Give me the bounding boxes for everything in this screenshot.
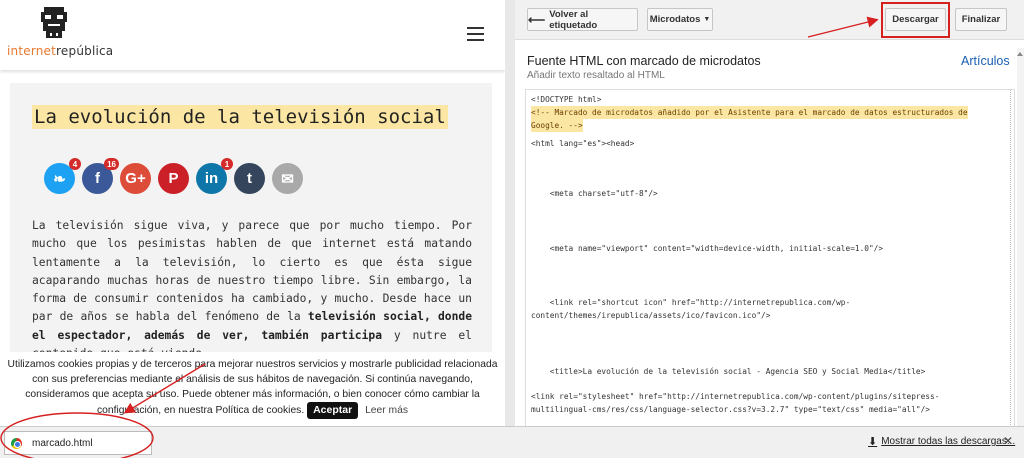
- share-count-badge: 1: [221, 158, 233, 170]
- article-paragraph: La televisión sigue viva, y parece que p…: [32, 217, 472, 363]
- tumblr-glyph: t: [247, 170, 252, 187]
- twitter-glyph: ❧: [53, 170, 66, 188]
- code-line: Google. -->: [531, 119, 583, 133]
- back-to-tagging-button[interactable]: ⟵ Volver al etiquetado: [527, 8, 638, 31]
- download-item[interactable]: marcado.html: [4, 431, 152, 455]
- email-glyph: ✉: [281, 170, 294, 188]
- close-download-bar-icon[interactable]: ✕: [1003, 434, 1013, 448]
- facebook-glyph: f: [95, 170, 100, 187]
- pinterest-icon[interactable]: P: [158, 163, 189, 194]
- logo-text-part-b: república: [56, 44, 114, 58]
- code-line: <title>La evolución de la televisión soc…: [531, 367, 926, 376]
- share-count-badge: 4: [69, 158, 81, 170]
- caret-down-icon: ▼: [703, 16, 711, 23]
- hamburger-menu-icon[interactable]: [467, 27, 484, 41]
- panel-title: Fuente HTML con marcado de microdatos: [527, 54, 761, 68]
- code-line: <meta name="viewport" content="width=dev…: [531, 244, 884, 253]
- show-all-downloads-label: Mostrar todas las descargas...: [881, 436, 1016, 447]
- website-pane: internetrepública La evolución de la tel…: [0, 0, 505, 426]
- article-card: La evolución de la televisión social ❧ 4 f…: [10, 83, 492, 383]
- arrow-left-icon: ⟵: [528, 12, 546, 27]
- read-more-link[interactable]: Leer más: [365, 405, 408, 416]
- facebook-icon[interactable]: f 16: [82, 158, 119, 194]
- code-line: content/themes/irepublica/assets/ico/fav…: [531, 311, 771, 320]
- site-logo-text[interactable]: internetrepública: [7, 44, 113, 58]
- site-header: internetrepública: [0, 0, 505, 70]
- code-line: <link rel="shortcut icon" href="http://i…: [531, 298, 851, 307]
- code-line: <link rel="stylesheet" href="http://inte…: [531, 392, 940, 401]
- chrome-file-icon: [11, 437, 22, 449]
- code-line: multilingual-cms/res/css/language-select…: [531, 405, 931, 414]
- twitter-icon[interactable]: ❧ 4: [44, 158, 81, 194]
- html-source-view: <!DOCTYPE html> <!-- Marcado de microdato…: [525, 89, 1015, 426]
- linkedin-glyph: in: [204, 170, 219, 187]
- panel-subtitle: Añadir texto resaltado al HTML: [527, 70, 665, 81]
- pinterest-glyph: P: [168, 170, 179, 187]
- print-margin-line: [1010, 90, 1011, 426]
- download-bar: marcado.html ⬇ Mostrar todas las descarg…: [0, 426, 1024, 458]
- pane-divider[interactable]: [505, 0, 515, 426]
- google-plus-icon[interactable]: G+: [120, 163, 151, 194]
- code-line: <!-- Marcado de microdatos añadido por e…: [531, 106, 968, 120]
- code-line: <meta charset="utf-8"/>: [531, 189, 658, 198]
- download-file-name: marcado.html: [32, 437, 93, 449]
- markup-helper-pane: ⟵ Volver al etiquetado Microdatos ▼ Desc…: [515, 0, 1024, 426]
- download-arrow-icon: ⬇: [868, 436, 878, 448]
- code-line: <!DOCTYPE html>: [531, 95, 602, 104]
- accept-cookies-button[interactable]: Aceptar: [307, 402, 359, 419]
- vertical-scrollbar[interactable]: [1017, 48, 1024, 426]
- back-to-tagging-label: Volver al etiquetado: [549, 8, 598, 31]
- article-title: La evolución de la televisión social: [32, 105, 448, 129]
- linkedin-icon[interactable]: in 1: [196, 158, 233, 194]
- email-icon[interactable]: ✉: [272, 163, 303, 194]
- scroll-up-icon[interactable]: [1017, 52, 1023, 56]
- show-all-downloads-link[interactable]: ⬇ Mostrar todas las descargas...: [868, 435, 1015, 448]
- code-line: <html lang="es"><head>: [531, 139, 635, 148]
- articles-link[interactable]: Artículos: [961, 54, 1010, 68]
- finish-button[interactable]: Finalizar: [955, 8, 1007, 31]
- cookie-text: Utilizamos cookies propias y de terceros…: [7, 359, 498, 416]
- microdata-label: Microdatos: [649, 14, 701, 25]
- stormtrooper-logo-icon[interactable]: [36, 6, 72, 40]
- paragraph-text-1: La televisión sigue viva, y parece que p…: [32, 219, 472, 324]
- google-plus-glyph: G+: [125, 170, 146, 187]
- cookie-banner: Utilizamos cookies propias y de terceros…: [0, 352, 505, 426]
- helper-toolbar: ⟵ Volver al etiquetado Microdatos ▼ Desc…: [515, 0, 1024, 40]
- microdata-dropdown[interactable]: Microdatos ▼: [647, 8, 713, 31]
- share-count-badge: 16: [104, 158, 119, 170]
- logo-text-part-a: internet: [7, 44, 57, 58]
- download-highlight-box: [881, 2, 950, 38]
- tumblr-icon[interactable]: t: [234, 163, 265, 194]
